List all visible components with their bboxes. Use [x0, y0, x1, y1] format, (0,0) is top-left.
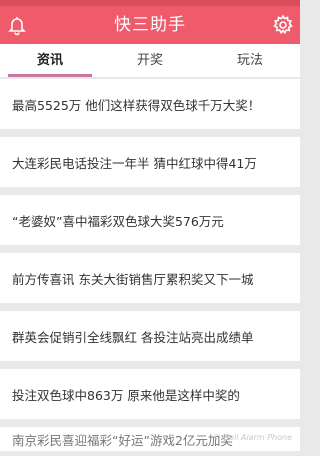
- tab-bar: 资讯 开奖 玩法: [0, 44, 300, 78]
- gear-icon[interactable]: [272, 14, 294, 36]
- news-item-title: “老婆奴”喜中福彩双色球大奖576万元: [12, 213, 224, 229]
- news-item[interactable]: 投注双色球中863万 原来他是这样中奖的: [0, 369, 300, 419]
- tab-news[interactable]: 资讯: [0, 44, 100, 77]
- news-item[interactable]: 最高5525万 他们这样获得双色球千万大奖！: [0, 79, 300, 129]
- tab-how-to-play-label: 玩法: [236, 53, 263, 68]
- news-item-title: 最高5525万 他们这样获得双色球千万大奖！: [12, 97, 261, 113]
- news-item[interactable]: “老婆奴”喜中福彩双色球大奖576万元: [0, 195, 300, 245]
- news-item[interactable]: 群英会促销引全线飘红 各投注站亮出成绩单: [0, 311, 300, 361]
- news-item-title: 投注双色球中863万 原来他是这样中奖的: [12, 387, 240, 403]
- app-title: 快三助手: [114, 15, 186, 35]
- tab-how-to-play[interactable]: 玩法: [200, 44, 300, 77]
- app-header: 快三助手: [0, 6, 300, 44]
- news-list: 最高5525万 他们这样获得双色球千万大奖！ 大连彩民电话投注一年半 猜中红球中…: [0, 79, 300, 451]
- news-item-title: 大连彩民电话投注一年半 猜中红球中得41万: [12, 155, 257, 171]
- active-tab-indicator: [8, 74, 92, 77]
- tab-draw-results-label: 开奖: [136, 53, 163, 68]
- news-item[interactable]: 大连彩民电话投注一年半 猜中红球中得41万: [0, 137, 300, 187]
- watermark: © Bell Alarm Phone: [213, 433, 292, 442]
- tab-draw-results[interactable]: 开奖: [100, 44, 200, 77]
- news-item-title: 群英会促销引全线飘红 各投注站亮出成绩单: [12, 329, 254, 345]
- news-item-title: 南京彩民喜迎福彩“好运”游戏2亿元加奖: [12, 433, 233, 448]
- news-item-title: 前方传喜讯 东关大街销售厅累积奖又下一城: [12, 271, 254, 287]
- tab-news-label: 资讯: [36, 53, 63, 68]
- news-item[interactable]: 前方传喜讯 东关大街销售厅累积奖又下一城: [0, 253, 300, 303]
